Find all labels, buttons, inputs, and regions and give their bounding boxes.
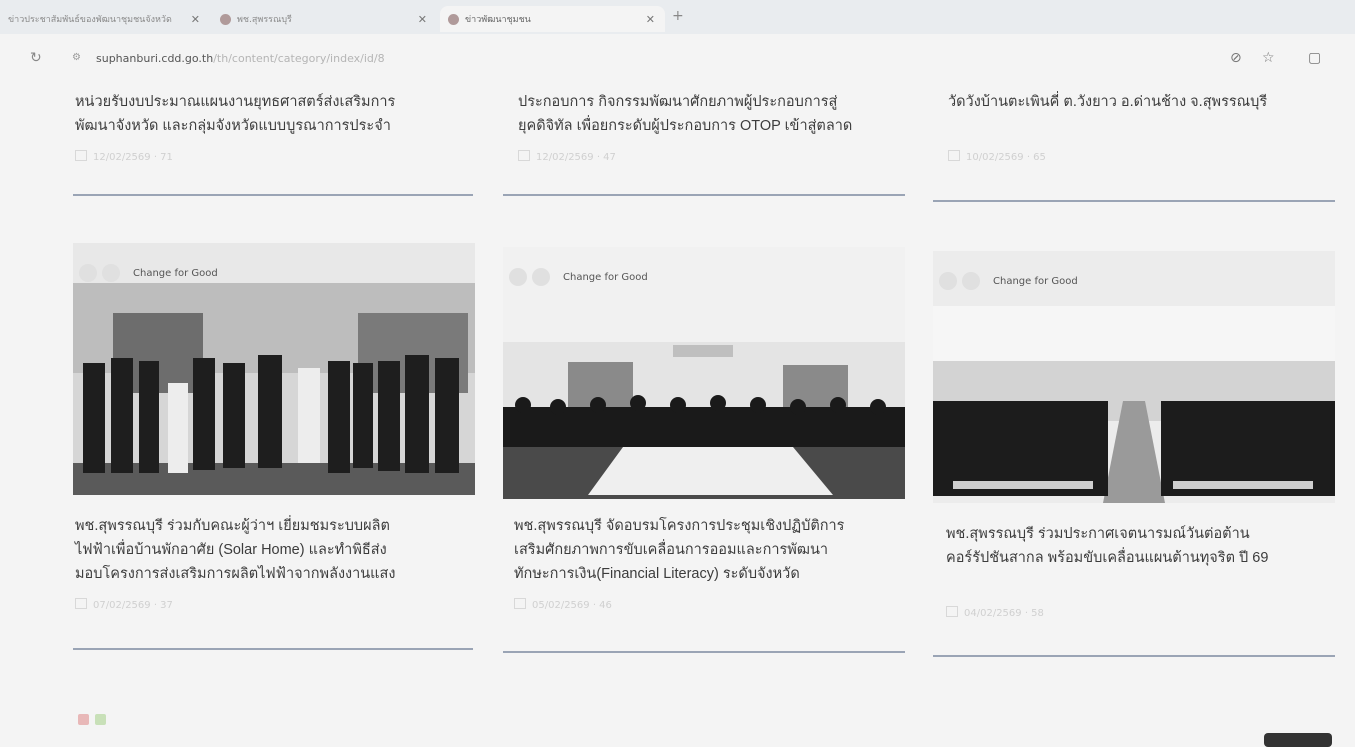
calendar-icon xyxy=(75,150,87,161)
eye-off-icon[interactable]: ⊘ xyxy=(1230,50,1242,66)
tab-2[interactable]: พช.สุพรรณบุรี ✕ xyxy=(212,6,437,32)
news-card-top-2[interactable]: ประกอบการ กิจกรรมพัฒนาศักยภาพผู้ประกอบกา… xyxy=(518,90,920,163)
card-meta: 05/02/2569 · 46 xyxy=(514,598,916,611)
news-card-1[interactable]: พช.สุพรรณบุรี ร่วมกับคณะผู้ว่าฯ เยี่ยมชม… xyxy=(75,514,477,611)
tab-title: ข่าวประชาสัมพันธ์ของพัฒนาชุมชนจังหวัด xyxy=(8,15,172,25)
calendar-icon xyxy=(514,598,526,609)
divider xyxy=(503,194,905,196)
card-title-line: ไฟฟ้าเพื่อบ้านพักอาศัย (Solar Home) และท… xyxy=(75,542,387,558)
url-domain: suphanburi.cdd.go.th xyxy=(96,52,214,65)
divider xyxy=(503,651,905,653)
news-card-top-3[interactable]: วัดวังบ้านตะเพินคี่ ต.วังยาว อ.ด่านช้าง … xyxy=(948,90,1350,163)
card-title-line: คอร์รัปชันสากล พร้อมขับเคลื่อนแผนต้านทุจ… xyxy=(946,550,1269,566)
card-title-line: วัดวังบ้านตะเพินคี่ ต.วังยาว อ.ด่านช้าง … xyxy=(948,94,1268,110)
calendar-icon xyxy=(75,598,87,609)
tab-1[interactable]: ข่าวประชาสัมพันธ์ของพัฒนาชุมชนจังหวัด ✕ xyxy=(0,6,210,32)
card-meta: 10/02/2569 · 65 xyxy=(948,150,1350,163)
close-tab-icon[interactable]: ✕ xyxy=(418,13,427,26)
social-icons xyxy=(78,714,106,725)
news-photo-3[interactable]: Change for Good xyxy=(933,251,1335,503)
card-title-line: ประกอบการ กิจกรรมพัฒนาศักยภาพผู้ประกอบกา… xyxy=(518,94,838,110)
photo-logo-text: Change for Good xyxy=(563,272,648,283)
card-title-line: หน่วยรับงบประมาณแผนงานยุทธศาสตร์ส่งเสริม… xyxy=(75,94,396,110)
card-title-line: พช.สุพรรณบุรี จัดอบรมโครงการประชุมเชิงปฏ… xyxy=(514,518,845,534)
card-meta: 12/02/2569 · 71 xyxy=(75,150,477,163)
browser-tab-strip: ข่าวประชาสัมพันธ์ของพัฒนาชุมชนจังหวัด ✕ … xyxy=(0,0,1355,34)
card-title-line: ยุคดิจิทัล เพื่อยกระดับผู้ประกอบการ OTOP… xyxy=(518,118,853,134)
tab-title: พช.สุพรรณบุรี xyxy=(237,15,292,25)
back-to-top-button[interactable] xyxy=(1264,733,1332,747)
photo-logo-text: Change for Good xyxy=(993,276,1078,287)
close-tab-icon[interactable]: ✕ xyxy=(646,13,655,26)
news-photo-2[interactable]: Change for Good xyxy=(503,247,905,499)
news-card-top-1[interactable]: หน่วยรับงบประมาณแผนงานยุทธศาสตร์ส่งเสริม… xyxy=(75,90,477,163)
card-title-line: พช.สุพรรณบุรี ร่วมประกาศเจตนารมณ์วันต่อต… xyxy=(946,526,1250,542)
address-bar-row: ↻ ⚙ suphanburi.cdd.go.th/th/content/cate… xyxy=(0,34,1355,82)
card-meta: 07/02/2569 · 37 xyxy=(75,598,477,611)
divider xyxy=(933,200,1335,202)
reload-icon[interactable]: ↻ xyxy=(30,50,42,66)
bookmark-star-icon[interactable]: ☆ xyxy=(1262,50,1275,66)
news-photo-1[interactable]: Change for Good xyxy=(73,243,475,495)
url-path: /th/content/category/index/id/8 xyxy=(213,52,385,65)
divider xyxy=(933,655,1335,657)
card-title-line: พช.สุพรรณบุรี ร่วมกับคณะผู้ว่าฯ เยี่ยมชม… xyxy=(75,518,390,534)
share-icon[interactable] xyxy=(78,714,89,725)
news-card-3[interactable]: พช.สุพรรณบุรี ร่วมประกาศเจตนารมณ์วันต่อต… xyxy=(946,522,1348,619)
share-icon[interactable] xyxy=(95,714,106,725)
site-settings-icon[interactable]: ⚙ xyxy=(72,52,81,63)
url-field[interactable]: suphanburi.cdd.go.th/th/content/category… xyxy=(96,52,385,65)
calendar-icon xyxy=(948,150,960,161)
card-title-line: มอบโครงการส่งเสริมการผลิตไฟฟ้าจากพลังงาน… xyxy=(75,566,396,582)
new-tab-icon[interactable]: + xyxy=(672,8,684,24)
card-title-line: ทักษะการเงิน(Financial Literacy) ระดับจั… xyxy=(514,566,800,582)
close-tab-icon[interactable]: ✕ xyxy=(191,13,200,26)
card-title-line: พัฒนาจังหวัด และกลุ่มจังหวัดแบบบูรณาการป… xyxy=(75,118,391,134)
calendar-icon xyxy=(946,606,958,617)
divider xyxy=(73,194,473,196)
news-card-2[interactable]: พช.สุพรรณบุรี จัดอบรมโครงการประชุมเชิงปฏ… xyxy=(514,514,916,611)
card-meta: 04/02/2569 · 58 xyxy=(946,606,1348,619)
site-favicon-icon xyxy=(220,13,231,25)
calendar-icon xyxy=(518,150,530,161)
photo-logo-text: Change for Good xyxy=(133,268,218,279)
divider xyxy=(73,648,473,650)
tab-3-active[interactable]: ข่าวพัฒนาชุมชน ✕ xyxy=(440,6,665,32)
tab-title: ข่าวพัฒนาชุมชน xyxy=(465,15,531,25)
site-favicon-icon xyxy=(448,13,459,25)
card-title-line: เสริมศักยภาพการขับเคลื่อนการออมและการพัฒ… xyxy=(514,542,829,558)
extensions-icon[interactable]: ▢ xyxy=(1308,50,1321,66)
card-meta: 12/02/2569 · 47 xyxy=(518,150,920,163)
